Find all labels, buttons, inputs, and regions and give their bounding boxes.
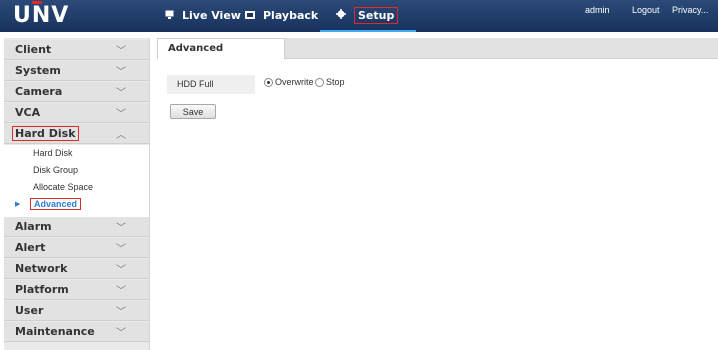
sidebar-item-user[interactable]: User ﹀ — [4, 301, 149, 321]
nav-live-view[interactable]: Live View — [165, 0, 241, 31]
monitor-icon — [165, 9, 174, 22]
stop-radio-label[interactable]: Stop — [326, 77, 345, 87]
nav-playback-label: Playback — [263, 9, 319, 22]
nav-live-view-label: Live View — [182, 9, 241, 22]
sidebar-item-label: Platform — [15, 283, 69, 296]
tab-advanced-label: Advanced — [168, 43, 224, 54]
top-bar: UNV Live View Playback Setup admin Logou… — [0, 0, 718, 32]
overwrite-radio[interactable] — [264, 78, 273, 87]
double-chevron-down-icon: ﹀ — [116, 286, 126, 297]
logo: UNV — [13, 3, 70, 28]
save-button-label: Save — [182, 107, 204, 117]
sidebar-item-client[interactable]: Client ﹀ — [4, 40, 149, 60]
sidebar-item-camera[interactable]: Camera ﹀ — [4, 82, 149, 102]
nav-setup[interactable]: Setup — [336, 0, 399, 31]
sidebar: Client ﹀ System ﹀ Camera ﹀ VCA ﹀ Hard Di… — [4, 38, 150, 350]
hard-disk-highlight: Hard Disk — [12, 126, 79, 141]
sidebar-item-label: Alarm — [15, 220, 52, 233]
sidebar-item-hard-disk[interactable]: Hard Disk ︿ — [4, 124, 149, 144]
tab-advanced[interactable]: Advanced — [157, 38, 285, 59]
caret-right-icon: ▶ — [15, 200, 21, 208]
sidebar-item-network[interactable]: Network ﹀ — [4, 259, 149, 279]
logout-link[interactable]: Logout — [632, 5, 660, 15]
hdd-full-label: HDD Full — [177, 79, 214, 89]
sidebar-item-platform[interactable]: Platform ﹀ — [4, 280, 149, 300]
privacy-link[interactable]: Privacy... — [672, 5, 708, 15]
user-name: admin — [585, 5, 610, 15]
double-chevron-down-icon: ﹀ — [116, 46, 126, 57]
double-chevron-down-icon: ﹀ — [116, 109, 126, 120]
stop-radio[interactable] — [315, 78, 324, 87]
hdd-full-label-cell: HDD Full — [167, 75, 255, 94]
sidebar-item-label: Hard Disk — [12, 126, 79, 141]
sidebar-item-alert[interactable]: Alert ﹀ — [4, 238, 149, 258]
sidebar-item-label: Network — [15, 262, 68, 275]
nav-setup-label: Setup — [354, 7, 399, 24]
gear-icon — [336, 9, 346, 22]
sidebar-item-maintenance[interactable]: Maintenance ﹀ — [4, 322, 149, 342]
double-chevron-down-icon: ﹀ — [116, 265, 126, 276]
double-chevron-down-icon: ﹀ — [116, 328, 126, 339]
double-chevron-down-icon: ﹀ — [116, 223, 126, 234]
nav-active-indicator — [320, 30, 416, 32]
sidebar-item-label: VCA — [15, 106, 41, 119]
sidebar-item-label: System — [15, 64, 61, 77]
double-chevron-down-icon: ﹀ — [116, 67, 126, 78]
sidebar-item-label: Alert — [15, 241, 46, 254]
sidebar-item-label: User — [15, 304, 44, 317]
double-chevron-down-icon: ﹀ — [116, 244, 126, 255]
sidebar-item-vca[interactable]: VCA ﹀ — [4, 103, 149, 123]
sidebar-item-label: Client — [15, 43, 52, 56]
sidebar-item-alarm[interactable]: Alarm ﹀ — [4, 217, 149, 237]
film-icon — [245, 9, 255, 22]
double-chevron-down-icon: ﹀ — [116, 88, 126, 99]
submenu-item-hard-disk[interactable]: Hard Disk — [33, 148, 73, 158]
submenu-item-advanced[interactable]: Advanced — [30, 198, 82, 210]
save-button[interactable]: Save — [170, 104, 216, 119]
submenu-item-allocate-space[interactable]: Allocate Space — [33, 182, 93, 192]
logo-accent — [32, 1, 42, 4]
sidebar-item-label: Camera — [15, 85, 63, 98]
sidebar-item-system[interactable]: System ﹀ — [4, 61, 149, 81]
submenu-item-disk-group[interactable]: Disk Group — [33, 165, 78, 175]
sidebar-item-label: Maintenance — [15, 325, 95, 338]
nav-playback[interactable]: Playback — [245, 0, 318, 31]
double-chevron-down-icon: ﹀ — [116, 307, 126, 318]
overwrite-radio-label[interactable]: Overwrite — [275, 77, 314, 87]
double-chevron-up-icon: ︿ — [116, 130, 126, 141]
